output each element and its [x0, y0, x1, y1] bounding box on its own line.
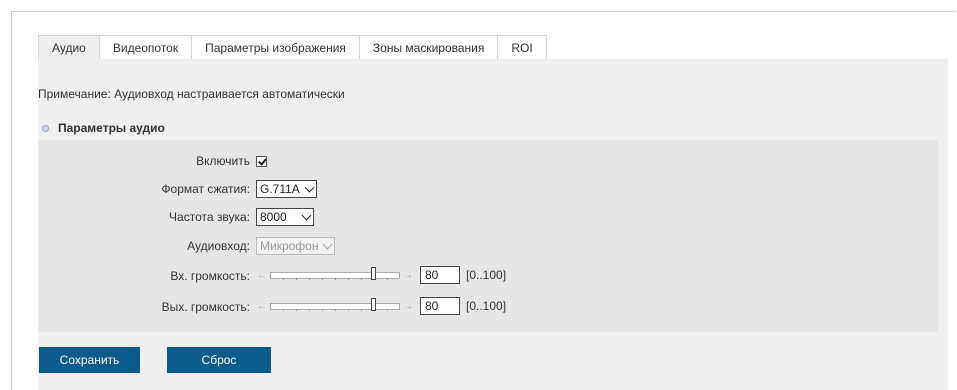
chevron-down-icon: [301, 210, 312, 221]
output-volume-slider[interactable]: ← →: [256, 297, 414, 315]
output-volume-label: Вых. громкость:: [161, 300, 250, 314]
bullet-icon: [42, 124, 49, 132]
codec-label: Формат сжатия:: [161, 182, 250, 196]
input-volume-slider[interactable]: ← →: [256, 266, 414, 284]
section-title: Параметры аудио: [58, 121, 165, 135]
input-volume-row: Вх. громкость: ← → 80 [0..100]: [38, 266, 938, 284]
slider-thumb[interactable]: [371, 266, 376, 280]
audio-panel: Примечание: Аудиовход настраивается авто…: [38, 59, 948, 390]
slider-track[interactable]: [270, 297, 400, 311]
codec-value: G.711A: [260, 182, 300, 196]
audio-input-row: Аудиовход: Микрофон: [38, 237, 938, 255]
codec-select[interactable]: G.711A: [256, 180, 317, 198]
tab-videostream[interactable]: Видеопоток: [98, 35, 193, 60]
sample-rate-value: 8000: [260, 210, 287, 224]
output-volume-field[interactable]: 80: [420, 297, 460, 315]
audio-input-value: Микрофон: [260, 239, 319, 253]
input-volume-label: Вх. громкость:: [170, 269, 250, 283]
sample-rate-row: Частота звука: 8000: [38, 208, 938, 226]
section-header: Параметры аудио: [38, 121, 165, 135]
enable-row: Включить: [38, 152, 938, 170]
slider-track[interactable]: [270, 266, 400, 280]
input-volume-range: [0..100]: [466, 268, 507, 282]
arrow-right-icon[interactable]: →: [402, 270, 414, 281]
audio-settings-form: Включить Формат сжатия: G.711A Частота з…: [38, 140, 938, 332]
codec-row: Формат сжатия: G.711A: [38, 180, 938, 198]
audio-input-label: Аудиовход:: [187, 239, 250, 253]
tab-image-settings[interactable]: Параметры изображения: [191, 35, 360, 60]
slider-thumb[interactable]: [371, 297, 376, 311]
input-volume-field[interactable]: 80: [420, 266, 460, 284]
enable-label: Включить: [196, 154, 250, 168]
save-button[interactable]: Сохранить: [39, 347, 140, 373]
output-volume-range: [0..100]: [466, 299, 507, 313]
chevron-down-icon: [323, 239, 333, 250]
arrow-right-icon[interactable]: →: [402, 301, 414, 312]
tab-bar: Аудио Видеопоток Параметры изображения З…: [38, 35, 547, 60]
arrow-left-icon[interactable]: ←: [256, 301, 268, 312]
tab-audio[interactable]: Аудио: [38, 35, 100, 60]
tab-privacy-masks[interactable]: Зоны маскирования: [358, 35, 499, 60]
enable-checkbox[interactable]: [256, 156, 267, 167]
sample-rate-label: Частота звука:: [169, 210, 250, 224]
chevron-down-icon: [304, 182, 315, 193]
audio-input-select: Микрофон: [256, 237, 336, 255]
reset-button[interactable]: Сброс: [167, 347, 271, 373]
tab-roi[interactable]: ROI: [497, 35, 547, 60]
output-volume-row: Вых. громкость: ← → 80 [0..100]: [38, 297, 938, 315]
arrow-left-icon[interactable]: ←: [256, 270, 268, 281]
sample-rate-select[interactable]: 8000: [256, 208, 314, 226]
note-text: Примечание: Аудиовход настраивается авто…: [38, 87, 345, 101]
